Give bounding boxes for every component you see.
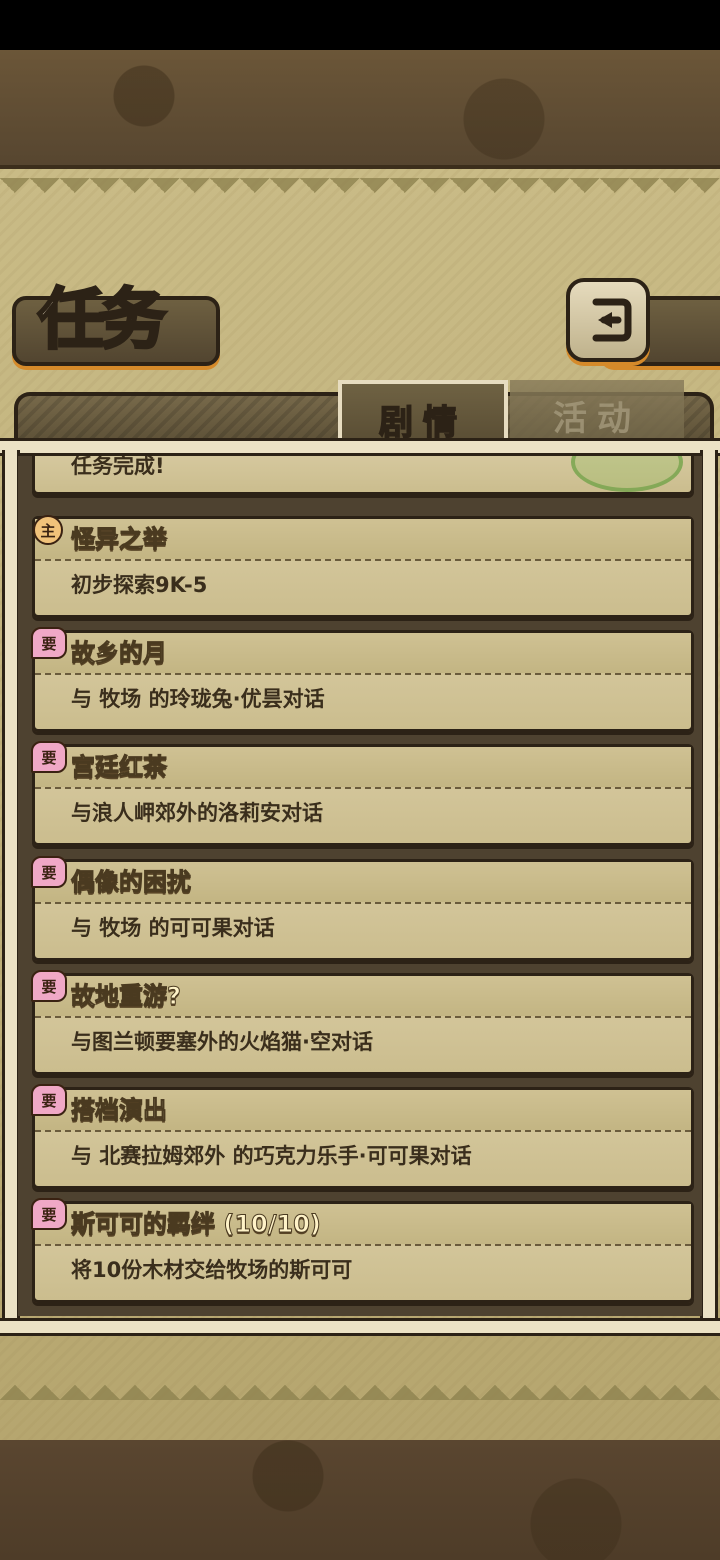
quest-header: 主 怪异之举 bbox=[33, 515, 691, 561]
frame-side-right bbox=[700, 450, 718, 1318]
side-quest-icon: 要 bbox=[31, 1084, 67, 1116]
quest-title: 搭档演出 bbox=[71, 1096, 168, 1125]
quest-header: 要 故地重游? bbox=[31, 970, 691, 1018]
quest-header: 要 宫廷红茶 bbox=[31, 741, 691, 789]
quest-card[interactable]: 要 宫廷红茶 与浪人岬郊外的洛莉安对话 bbox=[31, 741, 694, 846]
quest-card[interactable]: 要 搭档演出 与 北赛拉姆郊外 的巧克力乐手·可可果对话 bbox=[31, 1084, 694, 1189]
quest-card[interactable]: 要 偶像的困扰 与 牧场 的可可果对话 bbox=[31, 856, 694, 961]
quest-title: 偶像的困扰 bbox=[71, 868, 192, 897]
complete-stamp-icon bbox=[571, 456, 683, 492]
frame-rail-bottom bbox=[0, 1318, 720, 1336]
quest-card[interactable]: 要 斯可可的羁绊 (10/10) 将10份木材交给牧场的斯可可 bbox=[31, 1198, 694, 1303]
map-background-top bbox=[0, 50, 720, 165]
quest-title: 故地重游? bbox=[71, 982, 182, 1011]
quest-description: 与 牧场 的玲珑兔·优昙对话 bbox=[71, 687, 325, 711]
quest-header: 要 搭档演出 bbox=[31, 1084, 691, 1132]
status-bar bbox=[0, 0, 720, 50]
quest-description: 与图兰顿要塞外的火焰猫·空对话 bbox=[71, 1030, 373, 1054]
quest-description: 与 北赛拉姆郊外 的巧克力乐手·可可果对话 bbox=[71, 1144, 472, 1168]
quest-title: 宫廷红茶 bbox=[71, 753, 168, 782]
back-arrow-icon bbox=[592, 298, 632, 342]
quest-card[interactable]: 要 故乡的月 与 牧场 的玲珑兔·优昙对话 bbox=[31, 627, 694, 732]
page-title: 任务 bbox=[37, 280, 168, 360]
quest-card[interactable]: 要 故地重游? 与图兰顿要塞外的火焰猫·空对话 bbox=[31, 970, 694, 1075]
zigzag-border-bottom bbox=[0, 1370, 720, 1400]
quest-card[interactable]: 主 怪异之举 初步探索9K-5 bbox=[32, 515, 694, 618]
frame-rail-top bbox=[0, 438, 720, 456]
tab-events-label: 活动 bbox=[553, 398, 641, 439]
side-quest-icon: 要 bbox=[31, 741, 67, 773]
quest-description: 与 牧场 的可可果对话 bbox=[71, 916, 275, 940]
back-button[interactable] bbox=[566, 278, 650, 362]
main-quest-icon: 主 bbox=[33, 515, 63, 545]
zigzag-border-top bbox=[0, 178, 720, 208]
side-quest-icon: 要 bbox=[31, 856, 67, 888]
side-quest-icon: 要 bbox=[31, 1198, 67, 1230]
map-background-bottom bbox=[0, 1440, 720, 1560]
completed-quest-text: 任务完成! bbox=[71, 456, 165, 478]
side-quest-icon: 要 bbox=[31, 970, 67, 1002]
tab-story-label: 剧情 bbox=[378, 402, 467, 444]
quest-description: 将10份木材交给牧场的斯可可 bbox=[71, 1258, 353, 1282]
quest-description: 初步探索9K-5 bbox=[71, 573, 208, 597]
quest-list[interactable]: 任务完成! 主 怪异之举 初步探索9K-5 要 故乡的月 与 牧场 的玲珑兔·优… bbox=[18, 456, 702, 1316]
quest-title: 故乡的月 bbox=[71, 639, 168, 668]
completed-quest-card[interactable]: 任务完成! bbox=[32, 456, 694, 495]
quest-header: 要 偶像的困扰 bbox=[31, 856, 691, 904]
quest-header: 要 斯可可的羁绊 (10/10) bbox=[31, 1198, 691, 1246]
quest-title: 斯可可的羁绊 (10/10) bbox=[71, 1210, 322, 1239]
quest-header: 要 故乡的月 bbox=[31, 627, 691, 675]
side-quest-icon: 要 bbox=[31, 627, 67, 659]
quest-description: 与浪人岬郊外的洛莉安对话 bbox=[71, 801, 323, 825]
quest-title: 怪异之举 bbox=[71, 525, 168, 554]
